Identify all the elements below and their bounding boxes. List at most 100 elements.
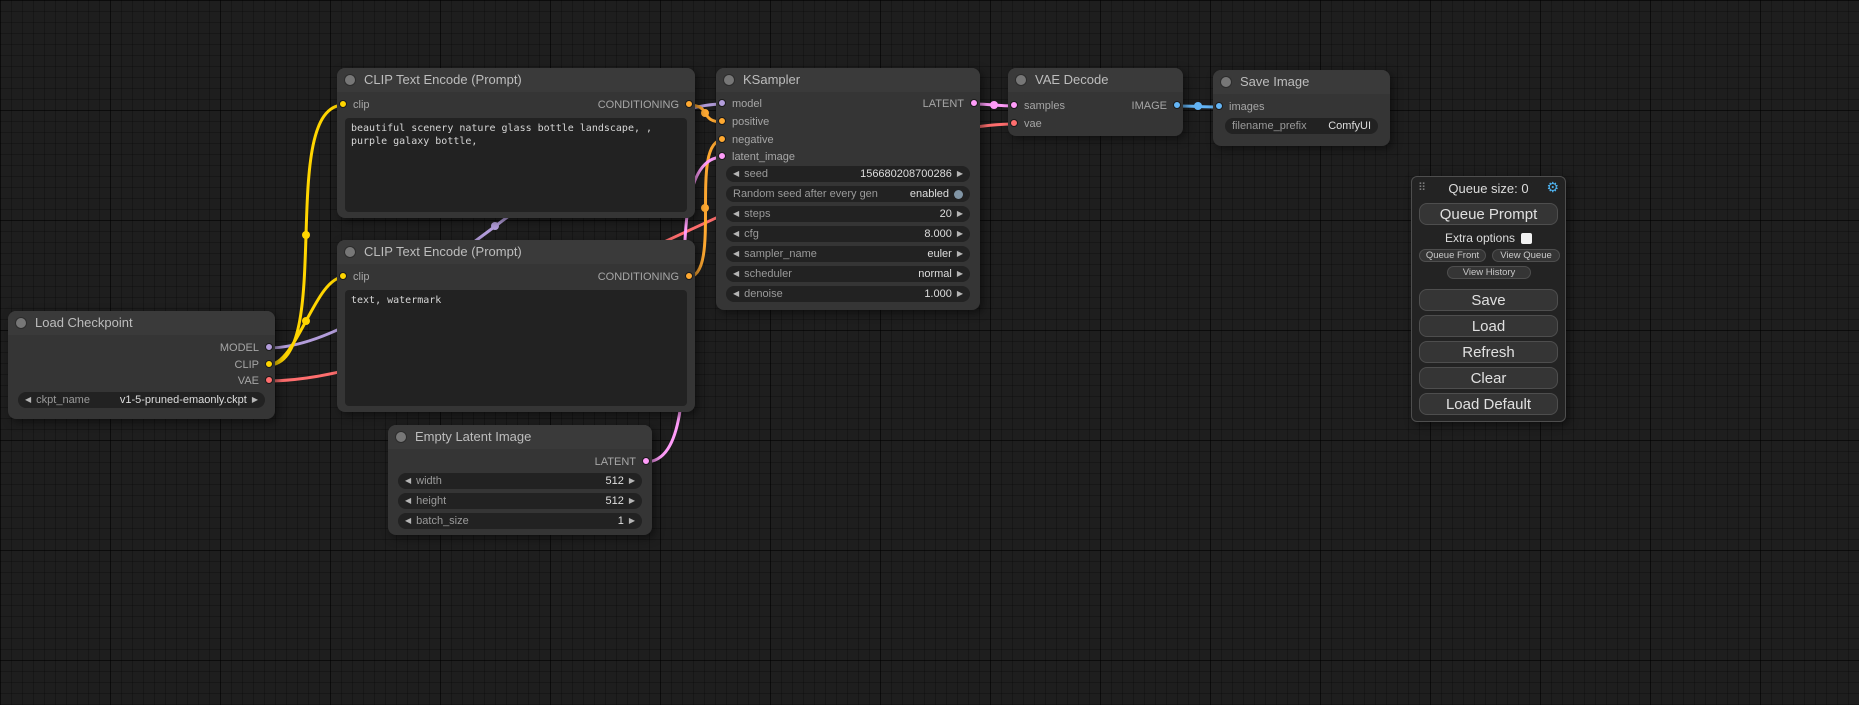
widget-height[interactable]: ◀ height 512 ▶	[398, 493, 642, 509]
save-button[interactable]: Save	[1419, 289, 1558, 311]
prev-value-icon[interactable]: ◀	[733, 286, 739, 302]
next-value-icon[interactable]: ▶	[629, 473, 635, 489]
output-port-conditioning[interactable]	[685, 100, 693, 108]
widget-width[interactable]: ◀ width 512 ▶	[398, 473, 642, 489]
next-value-icon[interactable]: ▶	[957, 286, 963, 302]
queue-front-button[interactable]: Queue Front	[1419, 249, 1486, 262]
output-label-conditioning: CONDITIONING	[598, 98, 679, 112]
link-midpoint-dot	[701, 204, 709, 212]
widget-filename-prefix[interactable]: filename_prefix ComfyUI	[1225, 118, 1378, 134]
node-ksampler[interactable]: KSampler model positive negative latent_…	[716, 68, 980, 310]
link-midpoint-dot	[302, 317, 310, 325]
input-port-clip[interactable]	[339, 272, 347, 280]
next-value-icon[interactable]: ▶	[957, 266, 963, 282]
widget-cfg[interactable]: ◀ cfg 8.000 ▶	[726, 226, 970, 242]
input-port-vae[interactable]	[1010, 119, 1018, 127]
node-empty-latent-image[interactable]: Empty Latent Image LATENT ◀ width 512 ▶ …	[388, 425, 652, 535]
output-port-latent[interactable]	[970, 99, 978, 107]
input-label-clip: clip	[353, 270, 370, 284]
collapse-dot-icon[interactable]	[345, 75, 355, 85]
next-value-icon[interactable]: ▶	[957, 166, 963, 182]
link-midpoint-dot	[990, 101, 998, 109]
node-title-bar[interactable]: Save Image	[1213, 70, 1390, 94]
next-value-icon[interactable]: ▶	[629, 513, 635, 529]
collapse-dot-icon[interactable]	[345, 247, 355, 257]
prev-value-icon[interactable]: ◀	[405, 473, 411, 489]
node-title-bar[interactable]: Load Checkpoint	[8, 311, 275, 335]
node-title-bar[interactable]: CLIP Text Encode (Prompt)	[337, 240, 695, 264]
prev-value-icon[interactable]: ◀	[733, 266, 739, 282]
widget-label: denoise	[744, 288, 783, 300]
output-label-conditioning: CONDITIONING	[598, 270, 679, 284]
widget-random-seed-toggle[interactable]: Random seed after every gen enabled	[726, 186, 970, 202]
widget-value: v1-5-pruned-emaonly.ckpt	[95, 394, 247, 406]
next-value-icon[interactable]: ▶	[957, 206, 963, 222]
widget-sampler-name[interactable]: ◀ sampler_name euler ▶	[726, 246, 970, 262]
next-value-icon[interactable]: ▶	[252, 392, 258, 408]
prev-value-icon[interactable]: ◀	[733, 226, 739, 242]
node-vae-decode[interactable]: VAE Decode samples vae IMAGE	[1008, 68, 1183, 136]
drag-handle-icon[interactable]: ⠿	[1418, 181, 1426, 194]
toggle-dot-icon[interactable]	[954, 190, 963, 199]
prev-value-icon[interactable]: ◀	[25, 392, 31, 408]
node-title-bar[interactable]: KSampler	[716, 68, 980, 92]
output-port-clip[interactable]	[265, 360, 273, 368]
output-port-model[interactable]	[265, 343, 273, 351]
next-value-icon[interactable]: ▶	[629, 493, 635, 509]
node-graph-canvas[interactable]: Load Checkpoint MODEL CLIP VAE ◀ ckpt_na…	[0, 0, 1859, 705]
output-port-conditioning[interactable]	[685, 272, 693, 280]
input-port-samples[interactable]	[1010, 101, 1018, 109]
prev-value-icon[interactable]: ◀	[733, 206, 739, 222]
input-port-positive[interactable]	[718, 117, 726, 125]
node-title-bar[interactable]: CLIP Text Encode (Prompt)	[337, 68, 695, 92]
prev-value-icon[interactable]: ◀	[405, 493, 411, 509]
next-value-icon[interactable]: ▶	[957, 226, 963, 242]
collapse-dot-icon[interactable]	[724, 75, 734, 85]
input-port-negative[interactable]	[718, 135, 726, 143]
extra-options-row: Extra options	[1412, 231, 1565, 245]
input-label-samples: samples	[1024, 99, 1065, 113]
widget-batch-size[interactable]: ◀ batch_size 1 ▶	[398, 513, 642, 529]
prev-value-icon[interactable]: ◀	[405, 513, 411, 529]
widget-steps[interactable]: ◀ steps 20 ▶	[726, 206, 970, 222]
extra-options-checkbox[interactable]	[1521, 233, 1532, 244]
queue-prompt-button[interactable]: Queue Prompt	[1419, 203, 1558, 225]
output-port-image[interactable]	[1173, 101, 1181, 109]
input-port-images[interactable]	[1215, 102, 1223, 110]
clear-button[interactable]: Clear	[1419, 367, 1558, 389]
output-port-vae[interactable]	[265, 376, 273, 384]
prev-value-icon[interactable]: ◀	[733, 246, 739, 262]
prev-value-icon[interactable]: ◀	[733, 166, 739, 182]
widget-seed[interactable]: ◀ seed 156680208700286 ▶	[726, 166, 970, 182]
input-port-latent-image[interactable]	[718, 152, 726, 160]
node-clip-text-encode-positive[interactable]: CLIP Text Encode (Prompt) clip CONDITION…	[337, 68, 695, 218]
next-value-icon[interactable]: ▶	[957, 246, 963, 262]
collapse-dot-icon[interactable]	[396, 432, 406, 442]
prompt-textarea[interactable]: beautiful scenery nature glass bottle la…	[345, 118, 687, 212]
widget-ckpt-name[interactable]: ◀ ckpt_name v1-5-pruned-emaonly.ckpt ▶	[18, 392, 265, 408]
node-save-image[interactable]: Save Image images filename_prefix ComfyU…	[1213, 70, 1390, 146]
view-queue-button[interactable]: View Queue	[1492, 249, 1560, 262]
node-title: VAE Decode	[1035, 72, 1108, 87]
input-port-model[interactable]	[718, 99, 726, 107]
widget-denoise[interactable]: ◀ denoise 1.000 ▶	[726, 286, 970, 302]
node-clip-text-encode-negative[interactable]: CLIP Text Encode (Prompt) clip CONDITION…	[337, 240, 695, 412]
settings-gear-icon[interactable]: ⚙	[1546, 179, 1559, 196]
node-title-bar[interactable]: VAE Decode	[1008, 68, 1183, 92]
link-midpoint-dot	[302, 231, 310, 239]
load-default-button[interactable]: Load Default	[1419, 393, 1558, 415]
input-port-clip[interactable]	[339, 100, 347, 108]
load-button[interactable]: Load	[1419, 315, 1558, 337]
node-title: KSampler	[743, 72, 800, 87]
node-title-bar[interactable]: Empty Latent Image	[388, 425, 652, 449]
widget-scheduler[interactable]: ◀ scheduler normal ▶	[726, 266, 970, 282]
collapse-dot-icon[interactable]	[16, 318, 26, 328]
node-load-checkpoint[interactable]: Load Checkpoint MODEL CLIP VAE ◀ ckpt_na…	[8, 311, 275, 419]
view-history-button[interactable]: View History	[1447, 266, 1531, 279]
collapse-dot-icon[interactable]	[1221, 77, 1231, 87]
refresh-button[interactable]: Refresh	[1419, 341, 1558, 363]
input-label-negative: negative	[732, 133, 774, 147]
output-port-latent[interactable]	[642, 457, 650, 465]
prompt-textarea[interactable]: text, watermark	[345, 290, 687, 406]
collapse-dot-icon[interactable]	[1016, 75, 1026, 85]
